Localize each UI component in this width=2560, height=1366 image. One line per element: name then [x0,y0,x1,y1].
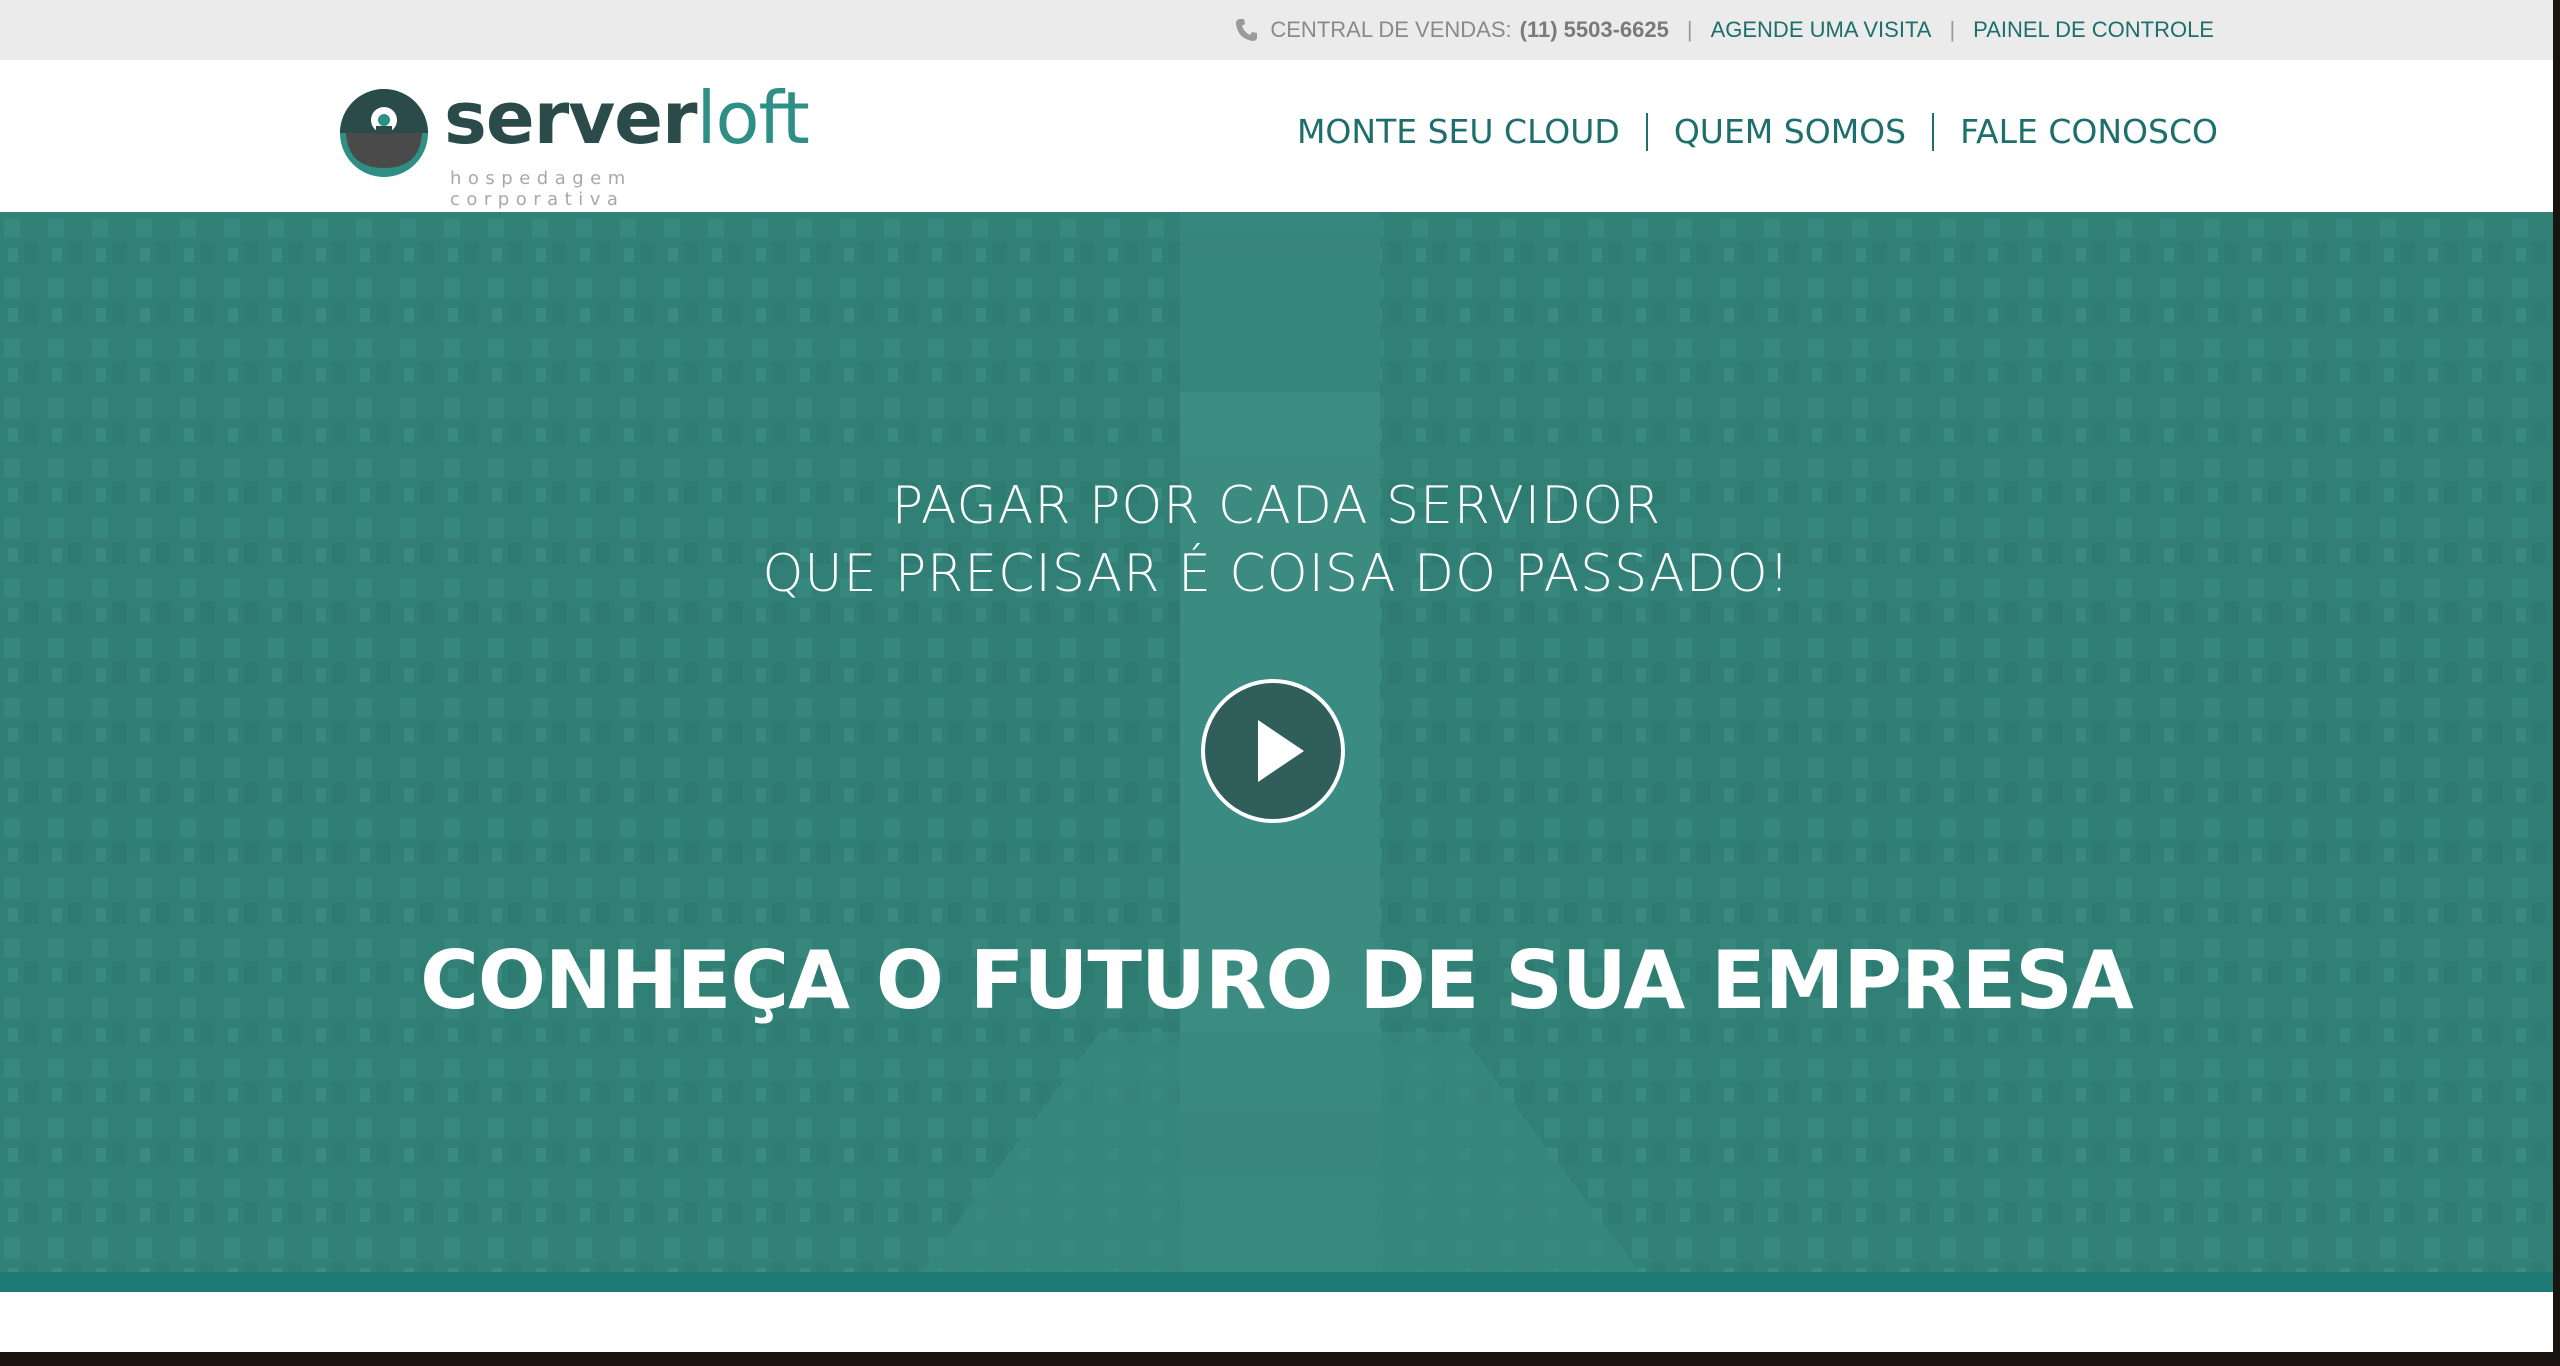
logo-word-light: loft [696,76,809,160]
topbar-separator: | [1686,17,1693,42]
hero-call-to-action: CONHEÇA O FUTURO DE SUA EMPRESA [420,934,2134,1027]
topbar-separator: | [1949,17,1956,42]
hero-headline-line1: PAGAR POR CADA SERVIDOR [891,476,1662,536]
top-utility-bar: CENTRAL DE VENDAS: (11) 5503-6625 | AGEN… [0,0,2553,60]
logo-word-bold: server [444,76,697,160]
serverloft-logo[interactable]: serverloft hospedagem corporativa [332,78,810,210]
site-header: serverloft hospedagem corporativa MONTE … [0,60,2553,212]
logo-mark-icon [340,89,428,177]
nav-build-cloud[interactable]: MONTE SEU CLOUD [1297,112,1620,151]
play-icon[interactable] [1200,678,1346,824]
main-navigation: MONTE SEU CLOUD QUEM SOMOS FALE CONOSCO [1297,112,2218,151]
nav-about-us[interactable]: QUEM SOMOS [1674,112,1906,151]
nav-divider [1645,112,1648,151]
nav-contact-us[interactable]: FALE CONOSCO [1960,112,2218,151]
hero-banner: PAGAR POR CADA SERVIDOR QUE PRECISAR É C… [0,212,2553,1272]
logo-wordmark: serverloft [444,76,810,160]
sales-phone-number: (11) 5503-6625 [1519,17,1669,42]
schedule-visit-link[interactable]: AGENDE UMA VISITA [1711,17,1932,43]
phone-icon [1232,15,1262,45]
top-utility-links: CENTRAL DE VENDAS: (11) 5503-6625 | AGEN… [1232,0,2214,60]
window-edge [2553,0,2560,1366]
hero-headline-line2: QUE PRECISAR É COISA DO PASSADO! [762,544,1791,604]
window-bottom-edge [0,1352,2560,1366]
nav-divider [1932,112,1935,151]
content-area [0,1292,2553,1352]
logo-tagline: hospedagem corporativa [450,168,632,210]
control-panel-link[interactable]: PAINEL DE CONTROLE [1973,17,2214,43]
hero-bottom-stripe [0,1272,2553,1292]
sales-label: CENTRAL DE VENDAS: [1270,17,1512,42]
